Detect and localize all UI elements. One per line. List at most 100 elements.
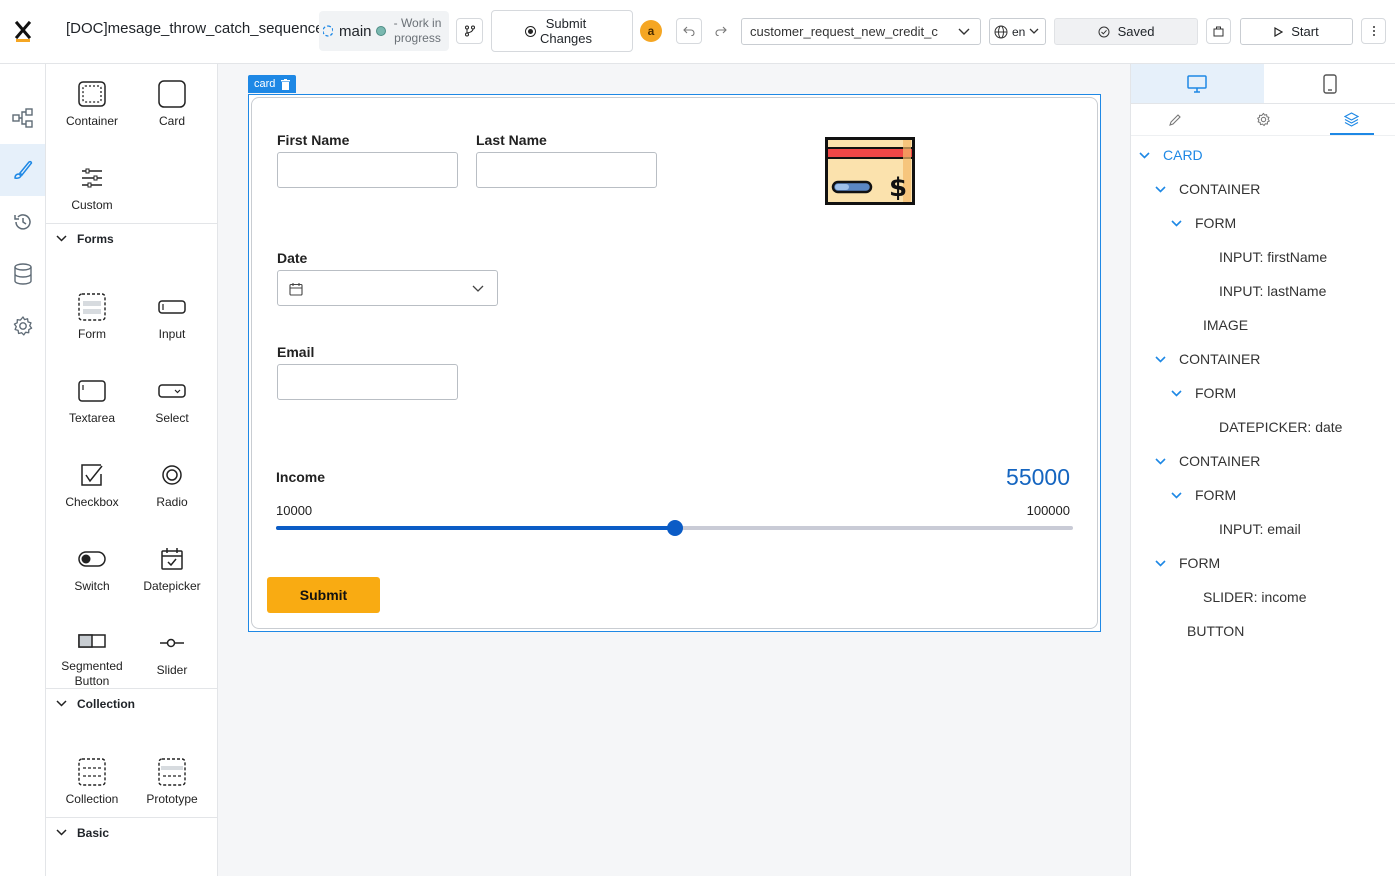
language-select[interactable]: en xyxy=(989,18,1046,45)
card-tag[interactable]: card xyxy=(248,75,297,93)
property-tabs xyxy=(1131,104,1395,136)
layer-tree-item[interactable]: IMAGE xyxy=(1203,317,1248,333)
card-component[interactable]: First Name Last Name $ Date Email Income… xyxy=(248,94,1101,632)
rail-settings[interactable] xyxy=(0,300,45,352)
more-menu-button[interactable] xyxy=(1361,18,1386,44)
palette-radio[interactable]: Radio xyxy=(132,451,212,521)
check-circle-icon xyxy=(1098,26,1110,37)
start-button[interactable]: Start xyxy=(1240,18,1353,45)
layer-tree-item[interactable]: CONTAINER xyxy=(1155,181,1260,197)
last-name-input[interactable] xyxy=(476,152,657,188)
palette-prototype[interactable]: Prototype xyxy=(132,748,212,818)
palette-container[interactable]: Container xyxy=(52,70,132,140)
undo-button[interactable] xyxy=(676,18,702,44)
palette-label: Datepicker xyxy=(143,579,201,593)
rail-ui-designer[interactable] xyxy=(0,144,45,196)
process-icon xyxy=(11,108,33,128)
tab-properties[interactable] xyxy=(1131,104,1219,135)
logo-icon[interactable] xyxy=(0,0,46,64)
avatar[interactable]: a xyxy=(640,20,662,42)
submit-changes-button[interactable]: Submit Changes xyxy=(491,10,633,52)
income-slider-track[interactable] xyxy=(276,520,1073,536)
globe-icon xyxy=(994,25,1008,38)
layer-tree-item[interactable]: DATEPICKER: date xyxy=(1219,419,1342,435)
chevron-down-icon[interactable] xyxy=(1139,151,1155,159)
chevron-down-icon[interactable] xyxy=(1171,389,1187,397)
branch-merge-button[interactable] xyxy=(456,18,483,44)
layer-tree-item[interactable]: SLIDER: income xyxy=(1203,589,1306,605)
calendar-icon xyxy=(289,283,303,296)
palette-section-basic[interactable]: Basic xyxy=(46,817,217,847)
branch-status-dot xyxy=(375,26,386,36)
income-label: Income xyxy=(276,469,326,485)
branch-selector[interactable]: main - Work in progress xyxy=(319,11,449,51)
tab-settings[interactable] xyxy=(1219,104,1307,135)
date-picker-field[interactable] xyxy=(277,270,498,306)
submit-button[interactable]: Submit xyxy=(267,577,380,613)
rail-data[interactable] xyxy=(0,248,45,300)
trash-icon[interactable] xyxy=(281,78,291,90)
income-slider-thumb[interactable] xyxy=(666,520,683,536)
palette-select[interactable]: Select xyxy=(132,367,212,437)
chevron-down-icon[interactable] xyxy=(1171,491,1187,499)
redo-button[interactable] xyxy=(709,18,733,44)
tab-desktop[interactable] xyxy=(1131,64,1264,103)
radio-icon xyxy=(162,465,182,485)
design-canvas[interactable]: card First Name Last Name $ Date Email I… xyxy=(218,64,1130,876)
layer-tree-item[interactable]: INPUT: lastName xyxy=(1219,283,1326,299)
undo-icon xyxy=(683,26,695,36)
palette-label: Switch xyxy=(74,579,110,593)
palette-datepicker[interactable]: Datepicker xyxy=(132,535,212,605)
chevron-down-icon[interactable] xyxy=(1155,559,1171,567)
layer-tree-item[interactable]: CARD xyxy=(1139,147,1203,163)
layer-tree-item[interactable]: FORM xyxy=(1171,385,1236,401)
datasource-select[interactable]: customer_request_new_credit_c xyxy=(741,18,981,45)
palette-card[interactable]: Card xyxy=(132,70,212,140)
layer-tree-label: CONTAINER xyxy=(1179,181,1261,197)
chevron-down-icon[interactable] xyxy=(1155,457,1171,465)
email-label: Email xyxy=(277,344,315,360)
palette-slider[interactable]: Slider xyxy=(132,619,212,689)
palette-label: Checkbox xyxy=(65,495,119,509)
tab-layers[interactable] xyxy=(1308,104,1395,135)
email-input[interactable] xyxy=(277,364,458,400)
layer-tree-item[interactable]: FORM xyxy=(1171,215,1236,231)
palette-checkbox[interactable]: Checkbox xyxy=(52,451,132,521)
layer-tree-item[interactable]: INPUT: email xyxy=(1219,521,1301,537)
rail-process[interactable] xyxy=(0,92,45,144)
palette-segmented-button[interactable]: Segmented Button xyxy=(52,619,132,689)
database-icon xyxy=(13,263,32,285)
income-min-label: 10000 xyxy=(276,503,313,518)
chevron-down-icon[interactable] xyxy=(1171,219,1187,227)
select-icon xyxy=(158,384,186,398)
layer-tree-item[interactable]: INPUT: firstName xyxy=(1219,249,1327,265)
language-value: en xyxy=(1012,24,1026,39)
layer-tree-item[interactable]: BUTTON xyxy=(1187,623,1244,639)
rail-history[interactable] xyxy=(0,196,45,248)
git-branch-icon xyxy=(464,25,475,37)
income-value: 55000 xyxy=(1006,464,1070,490)
layer-tree-item[interactable]: CONTAINER xyxy=(1155,453,1260,469)
play-icon xyxy=(1274,26,1284,37)
palette-switch[interactable]: Switch xyxy=(52,535,132,605)
palette-label: Select xyxy=(155,411,189,425)
layer-tree-item[interactable]: FORM xyxy=(1171,487,1236,503)
publish-button[interactable] xyxy=(1206,18,1231,44)
palette-collection[interactable]: Collection xyxy=(52,748,132,818)
palette-input[interactable]: Input xyxy=(132,283,212,353)
credit-card-image[interactable]: $ xyxy=(825,137,915,208)
palette-form[interactable]: Form xyxy=(52,283,132,353)
first-name-input[interactable] xyxy=(277,152,458,188)
palette-textarea[interactable]: Textarea xyxy=(52,367,132,437)
layer-tree-item[interactable]: FORM xyxy=(1155,555,1220,571)
date-label: Date xyxy=(277,250,308,266)
chevron-down-icon[interactable] xyxy=(1155,185,1171,193)
palette-custom[interactable]: Custom xyxy=(52,154,132,224)
layer-tree-item[interactable]: CONTAINER xyxy=(1155,351,1260,367)
chevron-down-icon[interactable] xyxy=(1155,355,1171,363)
left-rail xyxy=(0,64,46,876)
palette-section-collection[interactable]: Collection xyxy=(46,688,217,718)
palette-section-forms[interactable]: Forms xyxy=(46,223,217,253)
tab-mobile[interactable] xyxy=(1264,64,1395,103)
layer-tree-label: CARD xyxy=(1163,147,1203,163)
